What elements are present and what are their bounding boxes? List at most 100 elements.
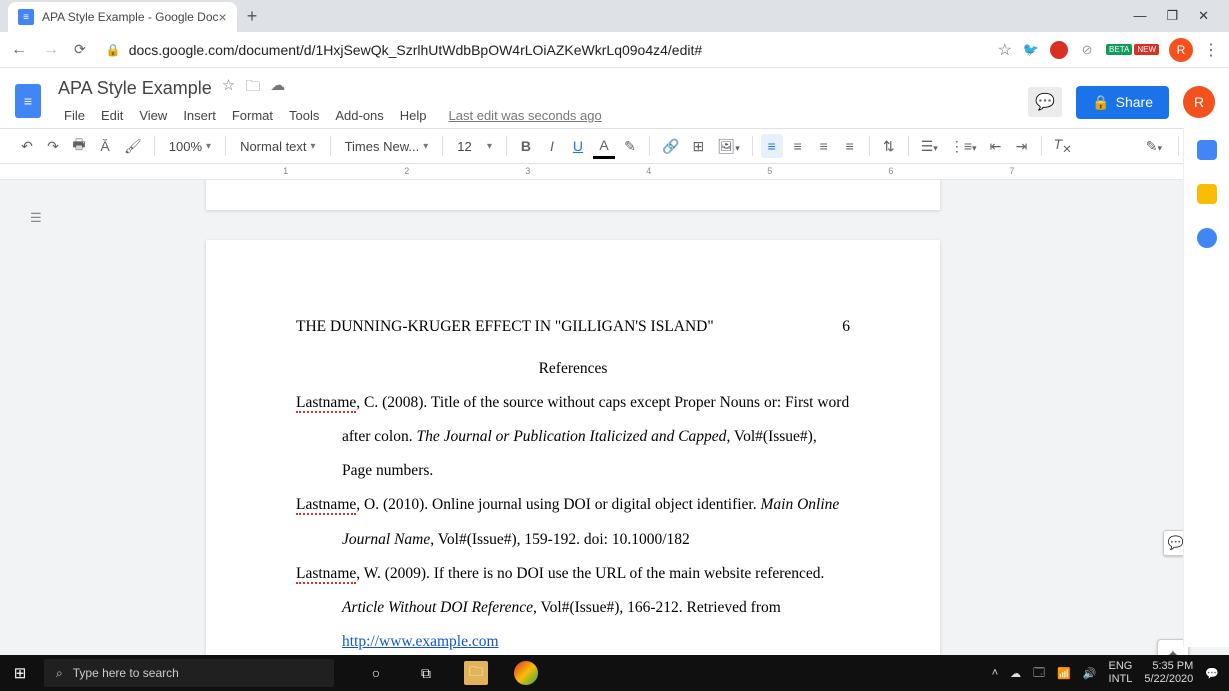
spellcheck-button[interactable]: Ă (94, 134, 116, 158)
decrease-indent-button[interactable]: ⇤ (985, 134, 1007, 159)
browser-profile-avatar[interactable]: R (1169, 38, 1193, 62)
reload-button[interactable]: ⟳ (74, 41, 86, 58)
windows-taskbar: ⊞ ⌕ Type here to search ○ ⧉ 🗀 ˄ ☁ 🗔 📶 🔊 … (0, 655, 1229, 691)
menu-tools[interactable]: Tools (283, 105, 325, 126)
menu-help[interactable]: Help (394, 105, 433, 126)
browser-tab-strip: ≡ APA Style Example - Google Doc × + — ❐… (0, 0, 1229, 32)
onedrive-tray-icon[interactable]: ☁ (1010, 667, 1021, 680)
notifications-tray-icon[interactable]: 💬 (1205, 667, 1219, 680)
menu-view[interactable]: View (133, 105, 173, 126)
tasks-sidebar-icon[interactable] (1197, 228, 1217, 248)
align-justify-button[interactable]: ≡ (839, 134, 861, 158)
paint-format-button[interactable]: 🖌 (120, 134, 146, 159)
italic-button[interactable]: I (541, 134, 563, 158)
extension-disabled-icon[interactable]: ⊘ (1078, 41, 1096, 59)
calendar-sidebar-icon[interactable] (1197, 140, 1217, 160)
tray-chevron-icon[interactable]: ˄ (992, 667, 998, 679)
menu-addons[interactable]: Add-ons (329, 105, 389, 126)
tray-language-line2[interactable]: INTL (1109, 673, 1133, 686)
open-comments-button[interactable]: 💬 (1028, 87, 1062, 117)
document-page[interactable]: THE DUNNING-KRUGER EFFECT IN "GILLIGAN'S… (206, 240, 940, 683)
outline-toggle-button[interactable]: ☰ (30, 210, 50, 230)
window-minimize-icon[interactable]: — (1133, 8, 1146, 24)
document-scroll-area[interactable]: ☰ THE DUNNING-KRUGER EFFECT IN "GILLIGAN… (0, 180, 1229, 683)
reference-entry: Lastname, C. (2008). Title of the source… (296, 386, 850, 488)
font-size-select[interactable]: 12 ▾ (451, 137, 498, 156)
share-button[interactable]: 🔒 Share (1076, 86, 1169, 119)
keep-sidebar-icon[interactable] (1197, 184, 1217, 204)
browser-address-bar: ← → ⟳ 🔒 docs.google.com/document/d/1HxjS… (0, 32, 1229, 68)
menu-format[interactable]: Format (226, 105, 279, 126)
window-maximize-icon[interactable]: ❐ (1166, 8, 1178, 24)
spell-error: Lastname (296, 496, 356, 515)
page-header[interactable]: THE DUNNING-KRUGER EFFECT IN "GILLIGAN'S… (296, 310, 850, 344)
move-document-icon[interactable]: 🗀 (245, 76, 260, 101)
zoom-select[interactable]: 100%▾ (163, 137, 217, 156)
font-select[interactable]: Times New...▾ (339, 137, 435, 156)
side-panel (1183, 128, 1229, 647)
volume-tray-icon[interactable]: 🔊 (1083, 667, 1097, 680)
extension-beta-badge[interactable]: BETANEW (1106, 44, 1159, 55)
taskbar-search[interactable]: ⌕ Type here to search (44, 659, 334, 687)
cloud-status-icon[interactable]: ☁ (270, 76, 285, 101)
tab-title: APA Style Example - Google Doc (42, 10, 219, 24)
browser-menu-icon[interactable]: ⋮ (1203, 40, 1219, 60)
cortana-icon[interactable]: ○ (364, 661, 388, 685)
docs-toolbar: ↶ ↷ 🖶 Ă 🖌 100%▾ Normal text▾ Times New..… (0, 128, 1229, 164)
last-edit-link[interactable]: Last edit was seconds ago (449, 108, 602, 123)
reference-entry: Lastname, O. (2010). Online journal usin… (296, 488, 850, 556)
extension-icon[interactable]: 🐦 (1022, 41, 1040, 59)
align-right-button[interactable]: ≡ (813, 134, 835, 158)
back-button[interactable]: ← (10, 41, 28, 59)
align-center-button[interactable]: ≡ (787, 134, 809, 158)
menu-file[interactable]: File (58, 105, 91, 126)
bulleted-list-button[interactable]: ⋮≡▾ (946, 134, 981, 159)
url-input[interactable]: 🔒 docs.google.com/document/d/1HxjSewQk_S… (100, 42, 984, 58)
insert-image-button[interactable]: 🖼▾ (713, 134, 743, 159)
align-left-button[interactable]: ≡ (761, 134, 783, 158)
print-button[interactable]: 🖶 (68, 130, 90, 162)
ruler-tick: 4 (646, 166, 651, 176)
wifi-tray-icon[interactable]: 📶 (1057, 667, 1071, 680)
highlight-button[interactable]: ✎ (619, 134, 641, 159)
chrome-taskbar-icon[interactable] (514, 661, 538, 685)
tray-time[interactable]: 5:35 PM (1144, 660, 1193, 673)
editing-mode-button[interactable]: ✎▾ (1142, 134, 1166, 159)
docs-home-button[interactable]: ≡ (10, 76, 46, 126)
bookmark-star-icon[interactable]: ☆ (998, 40, 1012, 60)
underline-button[interactable]: U (567, 134, 589, 158)
file-explorer-icon[interactable]: 🗀 (464, 661, 488, 685)
opera-extension-icon[interactable] (1050, 41, 1068, 59)
share-label: Share (1116, 94, 1153, 110)
clear-formatting-button[interactable]: T✕ (1050, 132, 1076, 160)
line-spacing-button[interactable]: ⇅ (878, 134, 900, 159)
text-color-button[interactable]: A (593, 134, 615, 159)
task-view-icon[interactable]: ⧉ (414, 661, 438, 685)
menu-edit[interactable]: Edit (95, 105, 129, 126)
window-close-icon[interactable]: ✕ (1198, 8, 1209, 24)
paragraph-style-select[interactable]: Normal text▾ (234, 137, 322, 156)
taskbar-search-placeholder: Type here to search (73, 666, 179, 680)
account-avatar[interactable]: R (1183, 86, 1215, 118)
insert-comment-button[interactable]: ⊞ (687, 134, 709, 159)
start-button[interactable]: ⊞ (0, 664, 40, 682)
bold-button[interactable]: B (515, 134, 537, 158)
doc-title-input[interactable]: APA Style Example (58, 78, 212, 99)
horizontal-ruler[interactable]: 1 2 3 4 5 6 7 (0, 164, 1229, 180)
tray-language-line1[interactable]: ENG (1109, 660, 1133, 673)
new-tab-button[interactable]: + (247, 6, 258, 27)
insert-link-button[interactable]: 🔗 (658, 134, 683, 159)
battery-tray-icon[interactable]: 🗔 (1033, 664, 1045, 683)
browser-tab[interactable]: ≡ APA Style Example - Google Doc × (8, 2, 237, 32)
reference-link[interactable]: http://www.example.com (342, 633, 499, 650)
lock-icon: 🔒 (106, 43, 121, 57)
redo-button[interactable]: ↷ (42, 134, 64, 159)
numbered-list-button[interactable]: ☰▾ (917, 134, 942, 159)
tray-date[interactable]: 5/22/2020 (1144, 673, 1193, 686)
menu-insert[interactable]: Insert (177, 105, 222, 126)
ruler-tick: 2 (404, 166, 409, 176)
star-document-icon[interactable]: ☆ (222, 76, 235, 101)
increase-indent-button[interactable]: ⇥ (1011, 134, 1033, 159)
undo-button[interactable]: ↶ (16, 134, 38, 159)
close-tab-icon[interactable]: × (219, 9, 227, 25)
